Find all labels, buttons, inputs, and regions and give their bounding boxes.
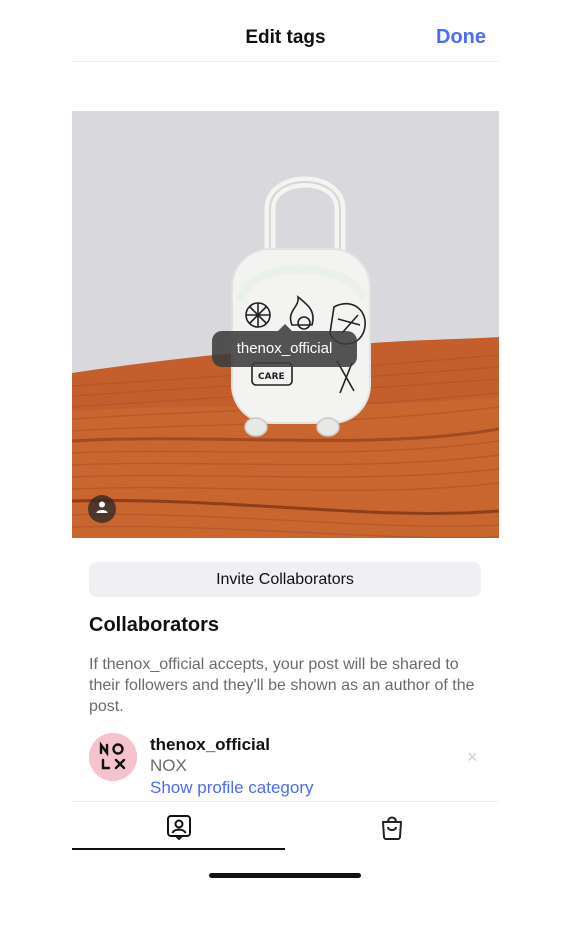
page-title: Edit tags [245,27,326,48]
person-icon [95,500,109,519]
collaborator-row[interactable]: thenox_official NOX Show profile categor… [89,731,489,801]
person-tag-icon [166,815,192,844]
collaborators-description: If thenox_official accepts, your post wi… [89,656,475,715]
product-tag-label[interactable]: thenox_official [212,324,357,367]
collaborator-name: NOX [150,756,187,775]
collaborator-username[interactable]: thenox_official [150,735,270,755]
header-bar: Edit tags Done [72,0,499,62]
svg-text:CARE: CARE [258,372,285,382]
tab-product-tags[interactable] [379,814,405,840]
home-indicator[interactable] [209,873,361,878]
done-button[interactable]: Done [436,26,486,49]
tab-people-tags[interactable] [166,814,192,841]
invite-collaborators-button[interactable]: Invite Collaborators [89,562,481,597]
show-profile-category-link[interactable]: Show profile category [150,778,313,798]
active-tab-indicator [72,848,285,850]
nox-logo-icon [89,733,137,781]
avatar [89,733,137,781]
close-icon[interactable]: × [467,747,478,768]
collaborators-heading: Collaborators [89,614,220,636]
tagged-people-button[interactable] [88,495,116,523]
tag-type-tabbar [72,801,499,851]
shopping-bag-icon [379,816,405,844]
